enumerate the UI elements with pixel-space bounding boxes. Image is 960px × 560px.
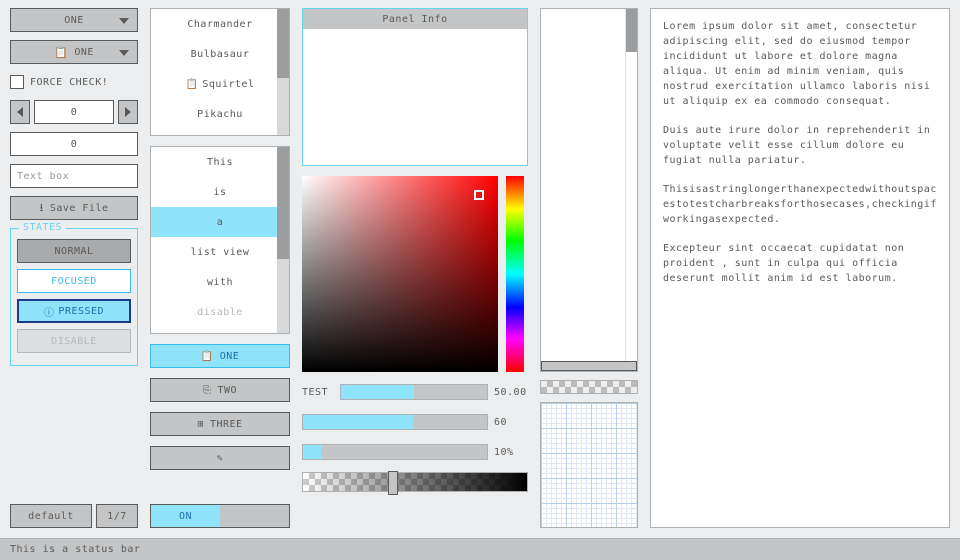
- iconbtn-two[interactable]: ⎘TWO: [150, 378, 290, 402]
- color-handle-icon[interactable]: [474, 190, 484, 200]
- info-icon: ⓘ: [44, 304, 55, 319]
- plot-grid[interactable]: [540, 402, 638, 528]
- chevron-left-icon: [17, 107, 23, 117]
- spinner-inc-button[interactable]: [118, 100, 138, 124]
- list-item[interactable]: Bulbasaur: [151, 39, 289, 69]
- spinner-dec-button[interactable]: [10, 100, 30, 124]
- demo-listview[interactable]: This is a list view with disable: [150, 146, 290, 334]
- plus-square-icon: ⊞: [197, 419, 204, 430]
- clipboard-icon: 📋: [185, 79, 198, 90]
- chevron-down-icon: [119, 50, 129, 56]
- iconbtn-edit[interactable]: ✎: [150, 446, 290, 470]
- slider-track[interactable]: [340, 384, 488, 400]
- paragraph: Duis aute irure dolor in reprehenderit i…: [663, 123, 937, 168]
- pager-default-button[interactable]: default: [10, 504, 92, 528]
- list-item[interactable]: 📋Squirtel: [151, 69, 289, 99]
- states-legend: STATES: [19, 222, 66, 233]
- slider-track[interactable]: [302, 444, 488, 460]
- clipboard-icon: 📋: [201, 351, 214, 362]
- on-off-toggle[interactable]: ON: [150, 504, 290, 528]
- pager-page-indicator: 1/7: [96, 504, 138, 528]
- paragraph: Lorem ipsum dolor sit amet, consectetur …: [663, 19, 937, 109]
- states-group: STATES NORMAL FOCUSED ⓘPRESSED DISABLE: [10, 228, 138, 366]
- pokemon-list[interactable]: Charmander Bulbasaur 📋Squirtel Pikachu: [150, 8, 290, 136]
- pencil-icon: ✎: [217, 453, 224, 464]
- dropdown-one-label: ONE: [64, 15, 84, 26]
- chevron-right-icon: [125, 107, 131, 117]
- iconbtn-one[interactable]: 📋ONE: [150, 344, 290, 368]
- vertical-range[interactable]: [540, 8, 638, 372]
- state-disable-button: DISABLE: [17, 329, 131, 353]
- slider-value: 50.00: [494, 387, 528, 398]
- scrollbar[interactable]: [277, 9, 289, 135]
- text-input[interactable]: Text box: [10, 164, 138, 188]
- color-picker: [302, 176, 528, 372]
- panel-title: Panel Info: [303, 9, 527, 29]
- gradient-slider[interactable]: [302, 472, 528, 492]
- alpha-swatch: [540, 380, 638, 394]
- slider-track[interactable]: [302, 414, 488, 430]
- scrollbar[interactable]: [625, 9, 637, 371]
- slider-knob-icon[interactable]: [388, 471, 398, 495]
- list-item[interactable]: is: [151, 177, 289, 207]
- slider-label: TEST: [302, 387, 334, 398]
- state-focused-button[interactable]: FOCUSED: [17, 269, 131, 293]
- copy-icon: ⎘: [203, 385, 212, 396]
- download-icon: ⭳: [39, 199, 43, 218]
- list-item[interactable]: list view: [151, 237, 289, 267]
- slider-10pct: 10%: [302, 442, 528, 462]
- panel-body: [303, 29, 527, 165]
- color-sv-area[interactable]: [302, 176, 498, 372]
- text-panel: Lorem ipsum dolor sit amet, consectetur …: [650, 8, 950, 528]
- scrollbar[interactable]: [277, 147, 289, 333]
- hue-slider[interactable]: [506, 176, 524, 372]
- numeric-field[interactable]: 0: [10, 132, 138, 156]
- toggle-on-label: ON: [151, 505, 220, 527]
- paragraph: Excepteur sint occaecat cupidatat non pr…: [663, 241, 937, 286]
- numeric-spinner: 0: [10, 100, 138, 124]
- slider-value: 60: [494, 417, 528, 428]
- checkbox-label: FORCE CHECK!: [30, 77, 108, 88]
- dropdown-two[interactable]: 📋 ONE: [10, 40, 138, 64]
- state-pressed-button[interactable]: ⓘPRESSED: [17, 299, 131, 323]
- paragraph: Thisisastringlongerthanexpectedwithoutsp…: [663, 182, 937, 227]
- chevron-down-icon: [119, 18, 129, 24]
- list-item: disable: [151, 297, 289, 327]
- spinner-value[interactable]: 0: [34, 100, 114, 124]
- pager: default 1/7: [10, 504, 138, 528]
- iconbtn-three[interactable]: ⊞THREE: [150, 412, 290, 436]
- slider-60: 60: [302, 412, 528, 432]
- list-item[interactable]: This: [151, 147, 289, 177]
- status-bar: This is a status bar: [0, 538, 960, 560]
- range-knob-icon[interactable]: [541, 361, 637, 371]
- dropdown-one[interactable]: ONE: [10, 8, 138, 32]
- save-file-button[interactable]: ⭳ Save File: [10, 196, 138, 220]
- slider-test: TEST 50.00: [302, 382, 528, 402]
- list-item[interactable]: Pikachu: [151, 99, 289, 129]
- clipboard-icon: 📋: [54, 46, 68, 59]
- state-normal-button[interactable]: NORMAL: [17, 239, 131, 263]
- status-text: This is a status bar: [10, 544, 140, 555]
- force-check-checkbox[interactable]: FORCE CHECK!: [10, 72, 138, 92]
- dropdown-two-label: ONE: [74, 47, 94, 58]
- list-item[interactable]: with: [151, 267, 289, 297]
- list-item[interactable]: a: [151, 207, 289, 237]
- info-panel: Panel Info: [302, 8, 528, 166]
- list-item[interactable]: Charmander: [151, 9, 289, 39]
- checkbox-box-icon: [10, 75, 24, 89]
- slider-value: 10%: [494, 447, 528, 458]
